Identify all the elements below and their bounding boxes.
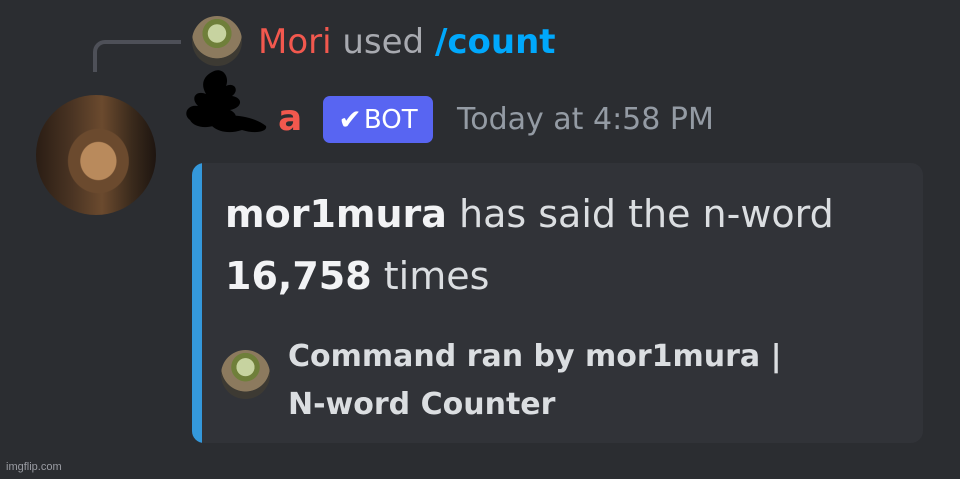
message-timestamp: Today at 4:58 PM [457,102,714,137]
embed-accent-bar [192,163,202,443]
cat-helmet-avatar-icon [221,350,270,399]
watermark: imgflip.com [6,461,62,473]
embed-card: mor1mura has said the n-word 16,758 time… [192,163,923,443]
reply-username[interactable]: Mori [258,22,332,62]
scribble-redaction [186,70,267,133]
bot-badge-label: BOT [363,104,418,135]
reply-context: Mori used /count [258,20,556,64]
embed-description-line1: mor1mura has said the n-word [225,189,834,239]
embed-count: 16,758 [225,254,372,298]
reply-command[interactable]: /count [435,22,556,62]
embed-said-text: has said the n-word [459,192,834,236]
verified-check-icon: ✔ [338,103,362,136]
embed-username: mor1mura [225,192,447,236]
embed-times-text: times [383,254,490,298]
reply-used-label: used [342,22,425,62]
bot-badge: ✔ BOT [323,96,433,143]
cat-helmet-avatar-icon[interactable] [192,16,242,66]
bot-avatar[interactable] [36,95,156,215]
reply-connector [93,40,181,72]
embed-description-line2: 16,758 times [225,251,489,301]
embed-footer: Command ran by mor1mura | N-word Counter [288,339,782,422]
